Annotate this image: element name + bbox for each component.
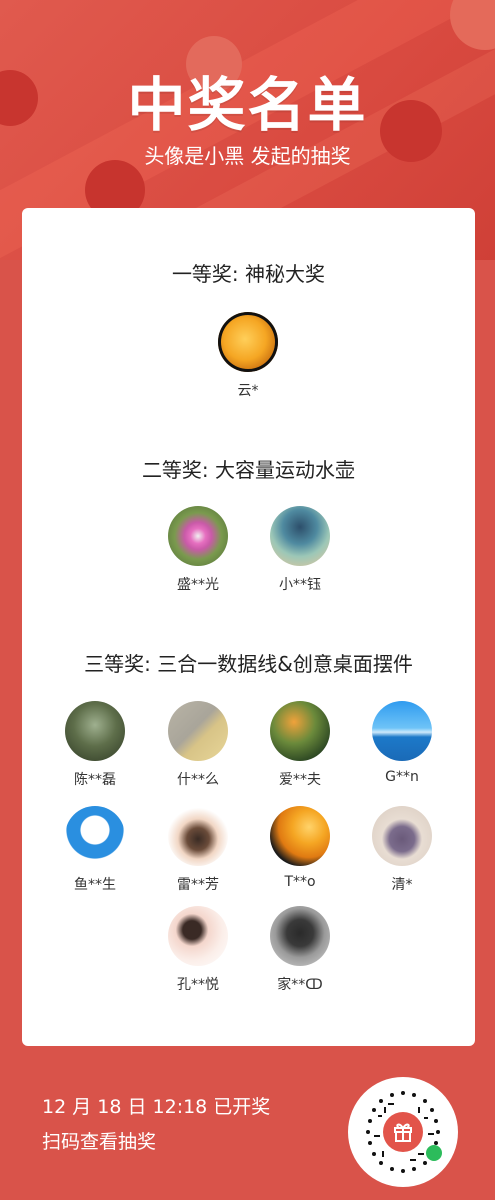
winner-item[interactable]: G**n	[352, 701, 452, 785]
winner-item[interactable]: 小**钰	[250, 506, 350, 594]
winner-name: 家**ↀ	[277, 977, 323, 993]
avatar	[65, 701, 125, 761]
winner-item[interactable]: 清*	[352, 806, 452, 894]
prize-title-second: 二等奖: 大容量运动水壶	[141, 458, 356, 482]
winner-name: 云*	[237, 383, 259, 399]
winner-name: 盛**光	[177, 577, 219, 593]
winner-item[interactable]: 爱**夫	[250, 701, 350, 789]
winner-name: 爱**夫	[279, 772, 321, 788]
winner-name: 雷**芳	[177, 877, 219, 893]
winner-item[interactable]: 什**么	[148, 701, 248, 789]
winner-item[interactable]: 鱼**生	[45, 806, 145, 894]
draw-time: 12 月 18 日 12:18 已开奖	[42, 1096, 271, 1118]
avatar	[65, 806, 125, 866]
winners-card: 一等奖: 神秘大奖 云* 二等奖: 大容量运动水壶 盛**光 小**钰 三等奖:…	[22, 208, 475, 1046]
avatar	[168, 506, 228, 566]
avatar	[372, 701, 432, 761]
avatar	[168, 906, 228, 966]
gift-icon	[383, 1112, 423, 1152]
avatar	[270, 906, 330, 966]
winner-item[interactable]: 云*	[198, 312, 298, 400]
prize-title-first: 一等奖: 神秘大奖	[171, 262, 326, 286]
winner-item[interactable]: 陈**磊	[45, 701, 145, 789]
avatar	[270, 806, 330, 866]
page-subtitle: 头像是小黑 发起的抽奖	[144, 144, 351, 168]
winner-item[interactable]: 盛**光	[148, 506, 248, 594]
winner-name: 小**钰	[279, 577, 321, 593]
winner-name: 什**么	[177, 772, 219, 788]
winner-name: 孔**悦	[177, 977, 219, 993]
prize-title-third: 三等奖: 三合一数据线&创意桌面摆件	[84, 652, 413, 676]
avatar	[168, 806, 228, 866]
qr-code[interactable]	[348, 1077, 458, 1187]
winner-name: T**o	[284, 874, 316, 890]
avatar	[270, 701, 330, 761]
avatar	[218, 312, 278, 372]
scan-hint: 扫码查看抽奖	[42, 1131, 157, 1153]
winner-name: G**n	[385, 769, 419, 785]
winner-item[interactable]: T**o	[250, 806, 350, 890]
winner-item[interactable]: 孔**悦	[148, 906, 248, 994]
winner-name: 鱼**生	[74, 877, 116, 893]
page-title: 中奖名单	[127, 71, 368, 139]
avatar	[372, 806, 432, 866]
wechat-miniprogram-badge	[426, 1145, 442, 1161]
winner-name: 陈**磊	[74, 772, 116, 788]
winner-name: 清*	[391, 877, 413, 893]
avatar	[270, 506, 330, 566]
avatar	[168, 701, 228, 761]
winner-item[interactable]: 雷**芳	[148, 806, 248, 894]
winner-item[interactable]: 家**ↀ	[250, 906, 350, 994]
